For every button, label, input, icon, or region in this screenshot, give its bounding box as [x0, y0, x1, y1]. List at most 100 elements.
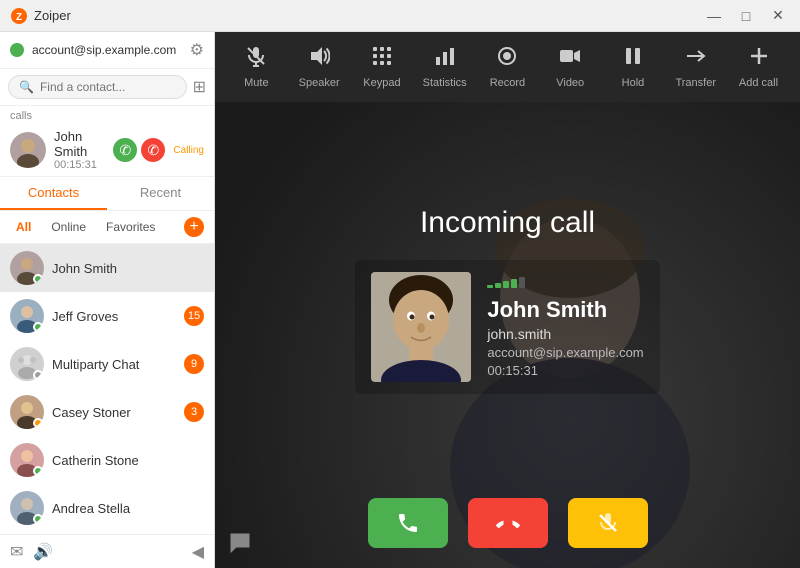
- keypad-label: Keypad: [363, 77, 400, 89]
- add-filter-button[interactable]: +: [184, 217, 204, 237]
- contact-status-dot: [33, 418, 43, 428]
- speaker-label: Speaker: [299, 77, 340, 89]
- mute-call-button[interactable]: [568, 498, 648, 548]
- filter-online[interactable]: Online: [45, 218, 92, 236]
- add-call-icon: [748, 45, 770, 73]
- call-time: 00:15:31: [54, 159, 105, 171]
- signal-strength: [487, 277, 643, 288]
- tab-recent[interactable]: Recent: [107, 177, 214, 210]
- contact-status-dot: [33, 370, 43, 380]
- chat-icon[interactable]: ✉: [10, 542, 23, 562]
- caller-username: john.smith: [487, 326, 643, 342]
- mute-button[interactable]: Mute: [231, 45, 281, 89]
- settings-icon[interactable]: ⚙: [190, 40, 204, 60]
- account-status-dot: [10, 43, 24, 57]
- record-label: Record: [490, 77, 525, 89]
- contact-item[interactable]: Andrea Stella: [0, 484, 214, 532]
- video-button[interactable]: Video: [545, 45, 595, 89]
- caller-name: John Smith: [487, 297, 643, 323]
- statistics-icon: [434, 45, 456, 73]
- incoming-call-title: Incoming call: [420, 206, 595, 240]
- contact-item[interactable]: Jeff Groves 15: [0, 292, 214, 340]
- statistics-button[interactable]: Statistics: [420, 45, 470, 89]
- apps-icon[interactable]: ⊞: [193, 77, 206, 97]
- contact-item[interactable]: Catherin Stone: [0, 436, 214, 484]
- hold-button[interactable]: Hold: [608, 45, 658, 89]
- video-icon: [559, 45, 581, 73]
- add-call-button[interactable]: Add call: [734, 45, 784, 89]
- accept-phone-icon: [396, 511, 420, 535]
- active-call-item[interactable]: John Smith 00:15:31 ✆ ✆ Calling: [0, 124, 214, 176]
- contact-avatar: [10, 491, 44, 525]
- collapse-icon[interactable]: ◀: [192, 542, 204, 562]
- contact-status-dot: [33, 514, 43, 524]
- contact-badge: 9: [184, 354, 204, 374]
- contact-avatar: [10, 299, 44, 333]
- hold-icon: [622, 45, 644, 73]
- contact-list: John Smith Jeff Groves 15: [0, 244, 214, 534]
- main-layout: account@sip.example.com ⚙ 🔍 ⊞ calls: [0, 32, 800, 568]
- filter-row: All Online Favorites +: [0, 211, 214, 244]
- svg-text:Z: Z: [16, 12, 22, 23]
- contact-item[interactable]: Marco Minneman: [0, 532, 214, 534]
- mute-call-icon: [596, 511, 620, 535]
- contact-status-dot: [33, 322, 43, 332]
- signal-bar-3: [503, 281, 509, 288]
- chat-icon: [229, 532, 251, 554]
- contact-item[interactable]: John Smith: [0, 244, 214, 292]
- filter-all[interactable]: All: [10, 218, 37, 236]
- tab-contacts[interactable]: Contacts: [0, 177, 107, 210]
- transfer-button[interactable]: Transfer: [671, 45, 721, 89]
- sidebar-bottom: ✉ 🔊 ◀: [0, 534, 214, 568]
- close-button[interactable]: ✕: [766, 4, 790, 28]
- mute-icon: [245, 45, 267, 73]
- contact-item[interactable]: Casey Stoner 3: [0, 388, 214, 436]
- account-email: account@sip.example.com: [32, 43, 190, 57]
- call-status: Calling: [173, 145, 204, 156]
- caller-photo: [371, 272, 471, 382]
- contact-avatar: [10, 443, 44, 477]
- keypad-button[interactable]: Keypad: [357, 45, 407, 89]
- window-controls: — □ ✕: [702, 4, 790, 28]
- toolbar: Mute Speaker: [215, 32, 800, 102]
- search-input[interactable]: [40, 80, 176, 94]
- calls-label: calls: [0, 106, 214, 124]
- mute-label: Mute: [244, 77, 268, 89]
- accept-call-button[interactable]: [368, 498, 448, 548]
- record-button[interactable]: Record: [482, 45, 532, 89]
- call-name: John Smith: [54, 129, 105, 159]
- caller-info: John Smith john.smith account@sip.exampl…: [487, 277, 643, 378]
- add-call-label: Add call: [739, 77, 778, 89]
- chat-button[interactable]: [225, 528, 255, 558]
- statistics-label: Statistics: [423, 77, 467, 89]
- sidebar: account@sip.example.com ⚙ 🔍 ⊞ calls: [0, 32, 215, 568]
- call-decline-button[interactable]: ✆: [141, 138, 165, 162]
- app-logo: Z: [10, 7, 28, 25]
- speaker-button[interactable]: Speaker: [294, 45, 344, 89]
- call-accept-button[interactable]: ✆: [113, 138, 137, 162]
- contact-item[interactable]: Multiparty Chat 9: [0, 340, 214, 388]
- call-action-buttons: [215, 498, 800, 548]
- speaker-icon: [308, 45, 330, 73]
- calls-section: calls John Smith 00:15:31 ✆ ✆: [0, 106, 214, 177]
- decline-call-button[interactable]: [468, 498, 548, 548]
- contact-avatar: [10, 251, 44, 285]
- contact-badge: 3: [184, 402, 204, 422]
- call-info: John Smith 00:15:31: [54, 129, 105, 171]
- contact-badge: 15: [184, 306, 204, 326]
- search-row: 🔍 ⊞: [0, 69, 214, 106]
- caller-sip: account@sip.example.com: [487, 345, 643, 360]
- contact-name: Catherin Stone: [52, 453, 204, 468]
- call-actions: ✆ ✆: [113, 138, 165, 162]
- contacts-tabs: Contacts Recent: [0, 177, 214, 211]
- contact-status-dot: [33, 466, 43, 476]
- volume-icon[interactable]: 🔊: [33, 542, 53, 562]
- right-panel: Mute Speaker: [215, 32, 800, 568]
- signal-bar-5: [519, 277, 525, 288]
- signal-bar-1: [487, 285, 493, 288]
- signal-bar-4: [511, 279, 517, 288]
- maximize-button[interactable]: □: [734, 4, 758, 28]
- contact-avatar: [10, 395, 44, 429]
- minimize-button[interactable]: —: [702, 4, 726, 28]
- filter-favorites[interactable]: Favorites: [100, 218, 161, 236]
